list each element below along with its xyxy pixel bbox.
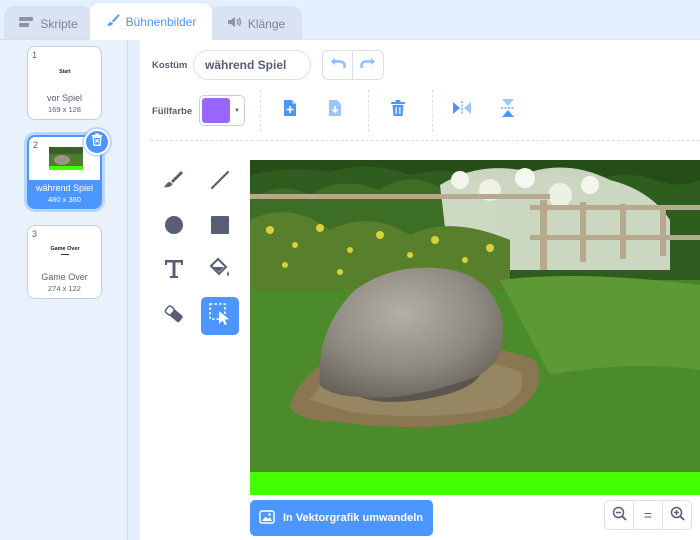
costume-thumbnail (49, 147, 83, 170)
zoom-in-icon (670, 506, 685, 524)
delete-button[interactable] (381, 93, 415, 127)
select-icon (208, 302, 232, 331)
costume-label: Kostüm (152, 60, 188, 71)
image-icon (259, 509, 275, 527)
trash-icon (390, 99, 406, 122)
delete-costume-button[interactable] (84, 129, 110, 155)
zoom-out-icon (612, 506, 627, 524)
paint-bucket-icon (208, 257, 232, 286)
fill-color-swatch (202, 98, 230, 123)
text-icon (162, 257, 186, 286)
thumbnail-line (61, 254, 69, 255)
costume-item-3[interactable]: 3 Game Over Game Over 274 x 122 (27, 225, 102, 299)
costume-name: Game Over (41, 272, 88, 282)
brush-tool[interactable] (156, 164, 192, 200)
undo-redo-group (322, 50, 384, 80)
tab-scripts[interactable]: Skripte (4, 6, 92, 40)
costume-name-field[interactable]: während Spiel (193, 50, 311, 80)
tab-scripts-label: Skripte (40, 16, 78, 31)
tab-backdrops[interactable]: Bühnenbilder (89, 2, 213, 40)
code-icon (18, 16, 34, 31)
zoom-in-button[interactable] (662, 500, 692, 530)
convert-button-label: In Vektorgrafik umwandeln (283, 512, 423, 524)
copy-icon (282, 99, 298, 122)
costume-number: 2 (33, 140, 39, 150)
paste-icon (327, 99, 343, 122)
drawing-canvas[interactable] (250, 160, 700, 495)
tab-bar: Skripte Bühnenbilder Klänge (0, 0, 700, 40)
eraser-icon (162, 302, 186, 331)
costume-name: während Spiel (35, 183, 94, 193)
flip-vertical-icon (500, 98, 516, 123)
circle-icon (162, 213, 186, 242)
divider (368, 90, 369, 132)
costume-size: 169 x 128 (48, 105, 81, 114)
undo-button[interactable] (323, 51, 354, 79)
rectangle-icon (208, 213, 232, 242)
undo-icon (330, 56, 346, 74)
select-tool[interactable] (201, 297, 239, 335)
zoom-reset-button[interactable]: = (633, 500, 663, 530)
brush-icon (162, 168, 186, 197)
zoom-out-button[interactable] (604, 500, 634, 530)
thumbnail-text: Game Over (50, 246, 80, 252)
divider (432, 90, 433, 132)
costume-item-1[interactable]: 1 Start vor Spiel 169 x 128 (27, 46, 102, 120)
costume-number: 1 (32, 50, 38, 60)
flip-horizontal-button[interactable] (445, 93, 479, 127)
convert-to-vector-button[interactable]: In Vektorgrafik umwandeln (250, 500, 433, 536)
fill-tool[interactable] (202, 253, 238, 289)
rectangle-tool[interactable] (202, 209, 238, 245)
flip-vertical-button[interactable] (491, 93, 525, 127)
line-tool[interactable] (202, 164, 238, 200)
costume-size: 480 x 360 (48, 195, 81, 204)
costume-name: vor Spiel (46, 93, 82, 103)
fill-color-picker[interactable]: ▼ (199, 95, 245, 126)
green-ground-bar (250, 472, 700, 495)
costume-number: 3 (32, 229, 38, 239)
trash-icon (91, 133, 103, 151)
paintbrush-icon (106, 13, 120, 30)
backdrop-image (250, 160, 700, 495)
costume-size: 274 x 122 (48, 284, 81, 293)
costume-thumbnail: Game Over (48, 238, 82, 263)
redo-icon (360, 56, 376, 74)
chevron-down-icon: ▼ (234, 108, 240, 114)
circle-tool[interactable] (156, 209, 192, 245)
copy-button[interactable] (273, 93, 307, 127)
tab-sounds-label: Klänge (247, 16, 286, 31)
text-tool[interactable] (156, 253, 192, 289)
fill-label: Füllfarbe (152, 106, 193, 117)
flip-horizontal-icon (452, 100, 472, 121)
costume-thumbnail: Start (48, 59, 82, 84)
eraser-tool[interactable] (156, 298, 192, 334)
thumbnail-text: Start (59, 68, 71, 75)
line-icon (208, 168, 232, 197)
redo-button[interactable] (353, 51, 383, 79)
divider (260, 90, 261, 132)
speaker-icon (227, 16, 242, 31)
toolbar-divider (150, 140, 700, 141)
tab-sounds[interactable]: Klänge (210, 6, 302, 40)
paste-button[interactable] (318, 93, 352, 127)
tab-backdrops-label: Bühnenbilder (125, 14, 197, 29)
